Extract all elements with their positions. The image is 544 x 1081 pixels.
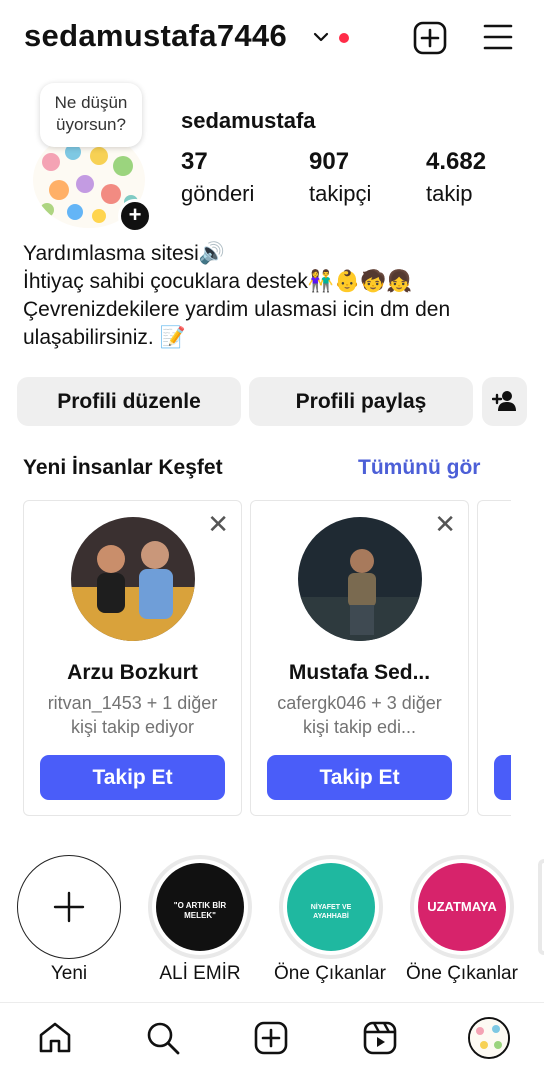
highlight-label[interactable]: Öne Çıkanlar — [262, 963, 398, 985]
followers-count[interactable]: 907 — [309, 148, 349, 176]
posts-count[interactable]: 37 — [181, 148, 208, 176]
create-icon[interactable] — [253, 1020, 289, 1056]
suggestion-name[interactable]: Arzu Bozkurt — [24, 661, 241, 685]
share-profile-button[interactable]: Profili paylaş — [249, 377, 473, 426]
highlight-label[interactable]: ALİ EMİR — [132, 963, 268, 985]
note-bubble[interactable]: Ne düşün üyorsun? — [40, 83, 142, 147]
following-label[interactable]: takip — [426, 181, 472, 207]
highlight-item[interactable]: UZATMAYA — [410, 855, 514, 959]
dismiss-icon[interactable]: ✕ — [434, 511, 456, 537]
discover-people-button[interactable] — [482, 377, 527, 426]
new-highlight-button[interactable] — [17, 855, 121, 959]
followers-label[interactable]: takipçi — [309, 181, 371, 207]
suggestion-avatar[interactable] — [298, 517, 422, 641]
follow-button[interactable]: Takip Et — [267, 755, 452, 800]
bio-line: Çevrenizdekilere yardim ulasmasi icin dm… — [23, 298, 451, 321]
account-switcher[interactable]: sedamustafa7446 — [24, 18, 287, 54]
notification-dot — [339, 33, 349, 43]
plus-icon — [53, 891, 84, 922]
highlight-label[interactable]: Öne Çıkanlar — [394, 963, 530, 985]
search-icon[interactable] — [145, 1020, 181, 1056]
home-icon[interactable] — [37, 1020, 73, 1056]
chevron-down-icon[interactable] — [312, 28, 330, 46]
bio-line: ulaşabilirsiniz. 📝 — [23, 326, 186, 349]
highlight-label[interactable]: Yeni — [17, 963, 121, 985]
profile-tab-avatar[interactable] — [468, 1017, 510, 1059]
new-post-icon[interactable] — [412, 20, 448, 56]
add-person-icon — [491, 391, 516, 411]
dismiss-icon[interactable]: ✕ — [207, 511, 229, 537]
edit-profile-button[interactable]: Profili düzenle — [17, 377, 241, 426]
highlight-item-partial[interactable] — [538, 859, 544, 955]
follow-button[interactable]: Takip Et — [40, 755, 225, 800]
display-name: sedamustafa — [181, 108, 316, 133]
menu-icon[interactable] — [482, 22, 514, 52]
follow-button[interactable] — [494, 755, 511, 800]
bio-line: İhtiyaç sahibi çocuklara destek👫👶🧒👧 — [23, 270, 413, 293]
suggestion-avatar[interactable] — [71, 517, 195, 641]
posts-label[interactable]: gönderi — [181, 181, 254, 207]
bottom-nav — [0, 1002, 544, 1081]
add-story-icon[interactable]: + — [118, 199, 152, 233]
following-count[interactable]: 4.682 — [426, 148, 486, 176]
suggestion-card[interactable]: ✕ Arzu Bozkurt ritvan_1453 + 1 diğer kiş… — [23, 500, 242, 816]
highlight-item[interactable]: "O ARTIK BİR MELEK" — [148, 855, 252, 959]
see-all-link[interactable]: Tümünü gör — [358, 456, 480, 480]
bio-line: Yardımlasma sitesi🔊 — [23, 242, 225, 265]
suggestion-card[interactable]: ✕ Mustafa Sed... cafergk046 + 3 diğer ki… — [250, 500, 469, 816]
suggestion-mutuals: cafergk046 + 3 diğer kişi takip edi... — [277, 693, 442, 737]
discover-title: Yeni İnsanlar Keşfet — [23, 456, 223, 479]
suggestion-card-partial[interactable] — [477, 500, 511, 816]
suggestion-mutuals: ritvan_1453 + 1 diğer kişi takip ediyor — [47, 693, 218, 737]
suggestion-name[interactable]: Mustafa Sed... — [251, 661, 468, 685]
highlight-item[interactable]: NİYAFET VE AYAHHABİ — [279, 855, 383, 959]
reels-icon[interactable] — [362, 1020, 398, 1056]
bio: Yardımlasma sitesi🔊 İhtiyaç sahibi çocuk… — [23, 240, 533, 352]
